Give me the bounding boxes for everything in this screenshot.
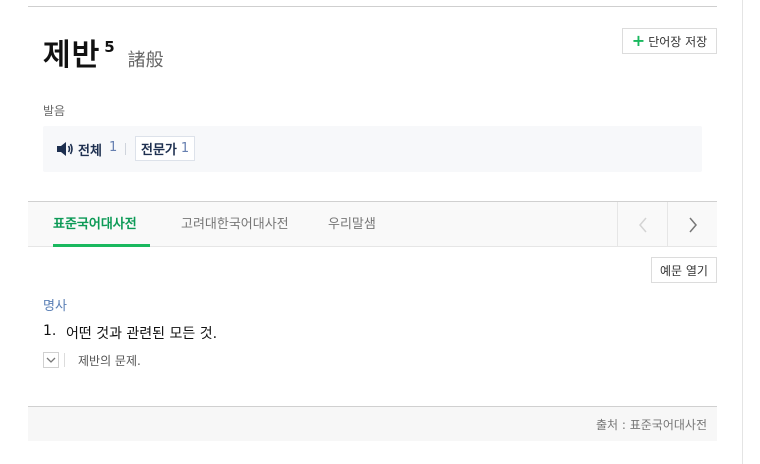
speaker-icon[interactable] (56, 141, 74, 157)
headword: 제반 (43, 38, 101, 73)
tab-prev-button[interactable] (617, 202, 667, 247)
active-tab-indicator (53, 244, 150, 247)
tab-standard-dictionary[interactable]: 표준국어대사전 (53, 202, 137, 247)
tab-korea-university-dictionary[interactable]: 고려대한국어대사전 (181, 202, 289, 247)
sense-number: 1. (43, 323, 57, 339)
plus-icon: + (631, 31, 646, 50)
source-label: 출처 : 표준국어대사전 (595, 418, 707, 432)
save-to-wordbook-button[interactable]: + 단어장 저장 (622, 28, 717, 54)
pronunciation-expert-count: 1 (180, 141, 190, 156)
example-sentence: 제반의 문제. (78, 354, 141, 368)
open-examples-button[interactable]: 예문 열기 (651, 257, 717, 283)
pronunciation-all-button[interactable]: 전체 (78, 140, 102, 159)
pronunciation-box: 전체 1 전문가 1 (43, 126, 702, 172)
chevron-right-icon (688, 217, 697, 232)
example-toggle-button[interactable] (43, 352, 59, 368)
entry-header: 제반 5 諸般 (43, 36, 164, 76)
pronunciation-expert-button[interactable]: 전문가 1 (135, 136, 196, 161)
pronunciation-label: 발음 (43, 104, 66, 118)
pronunciation-expert-label: 전문가 (141, 143, 177, 158)
part-of-speech: 명사 (43, 299, 67, 314)
pronunciation-divider (125, 143, 126, 155)
right-divider (742, 0, 743, 464)
example-divider (64, 353, 65, 367)
tab-next-button[interactable] (667, 202, 717, 247)
top-divider (28, 6, 717, 7)
sense-definition: 어떤 것과 관련된 모든 것. (66, 326, 218, 342)
dictionary-entry-page: 제반 5 諸般 + 단어장 저장 발음 전체 1 전문가 1 표준국어대사전 고… (0, 0, 760, 464)
pronunciation-all-count: 1 (109, 140, 118, 155)
homonym-number: 5 (104, 38, 115, 56)
dictionary-tab-bar: 표준국어대사전 고려대한국어대사전 우리말샘 (28, 201, 717, 247)
chevron-down-icon (46, 357, 56, 363)
tab-urimalsaem[interactable]: 우리말샘 (328, 202, 376, 247)
hanja: 諸般 (127, 50, 164, 71)
chevron-left-icon (638, 217, 647, 232)
save-to-wordbook-label: 단어장 저장 (648, 34, 708, 49)
source-footer: 출처 : 표준국어대사전 (28, 406, 717, 441)
